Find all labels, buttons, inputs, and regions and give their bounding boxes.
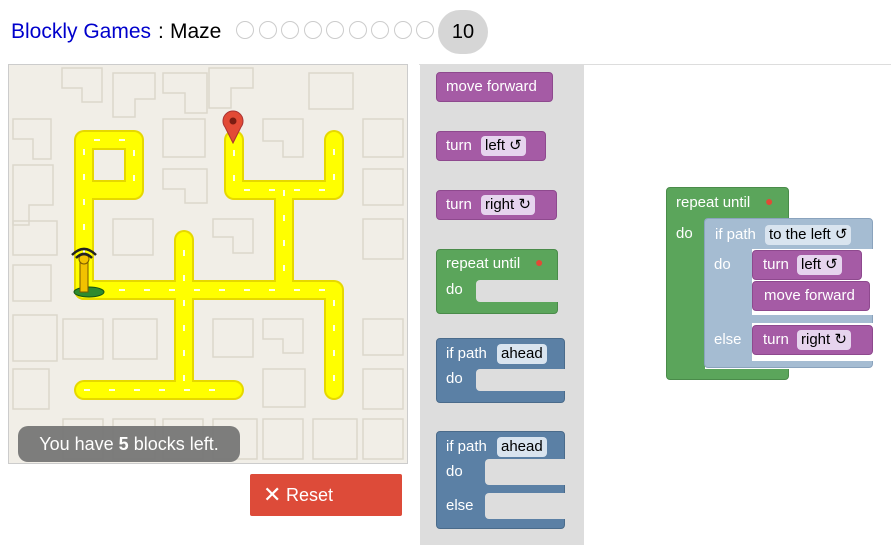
turn-direction-dropdown[interactable]: left ↺ [797, 255, 842, 275]
level-7-link[interactable] [371, 21, 389, 39]
turn-direction-dropdown[interactable]: right ↻ [797, 330, 851, 350]
toolbox-if-path-block[interactable]: if path ahead do [436, 338, 566, 403]
program-move-forward-block[interactable]: move forward [752, 281, 870, 311]
close-icon: ✕ [263, 482, 282, 507]
path-direction-dropdown[interactable]: ahead [497, 344, 547, 364]
goal-marker-icon: ● [535, 254, 544, 270]
level-3-link[interactable] [281, 21, 299, 39]
maze-svg [12, 67, 404, 460]
level-2-link[interactable] [259, 21, 277, 39]
level-9-link[interactable] [416, 21, 434, 39]
header: Blockly Games : Maze 10 [0, 0, 891, 64]
else-slot [485, 493, 566, 519]
level-5-link[interactable] [326, 21, 344, 39]
toolbox-turn-left-block[interactable]: turn left ↺ [436, 131, 546, 161]
current-level-badge[interactable]: 10 [438, 10, 488, 54]
game-title: Maze [170, 20, 222, 43]
program-turn-left-block[interactable]: turn left ↺ [752, 250, 862, 280]
blocks-left-count: 5 [118, 434, 129, 454]
statement-slot [476, 369, 566, 391]
toolbox-move-forward-block[interactable]: move forward [436, 72, 553, 102]
level-8-link[interactable] [394, 21, 412, 39]
level-4-link[interactable] [304, 21, 322, 39]
toolbox-turn-right-block[interactable]: turn right ↻ [436, 190, 557, 220]
title-separator: : [158, 20, 164, 43]
statement-slot [485, 459, 566, 485]
maze-board [8, 64, 408, 464]
level-6-link[interactable] [349, 21, 367, 39]
turn-direction-dropdown[interactable]: left ↺ [481, 136, 526, 156]
workspace: repeat until ● do if path to the left ↺ … [584, 65, 891, 545]
level-1-link[interactable] [236, 21, 254, 39]
path-direction-dropdown[interactable]: ahead [497, 437, 547, 457]
turn-direction-dropdown[interactable]: right ↻ [481, 195, 535, 215]
statement-slot [476, 280, 559, 302]
reset-button[interactable]: ✕ Reset [250, 474, 402, 516]
brand-link[interactable]: Blockly Games [11, 20, 151, 44]
toolbox-repeat-until-block[interactable]: repeat until ● do [436, 249, 559, 314]
toolbox-if-else-block[interactable]: if path ahead do else [436, 431, 566, 529]
path-direction-dropdown[interactable]: to the left ↺ [765, 225, 852, 245]
blocks-left-message: You have 5 blocks left. [18, 426, 240, 462]
program-turn-right-block[interactable]: turn right ↻ [752, 325, 873, 355]
goal-marker-icon: ● [765, 193, 774, 209]
toolbox-flyout: move forward turn left ↺ turn right ↻ re… [420, 64, 584, 545]
